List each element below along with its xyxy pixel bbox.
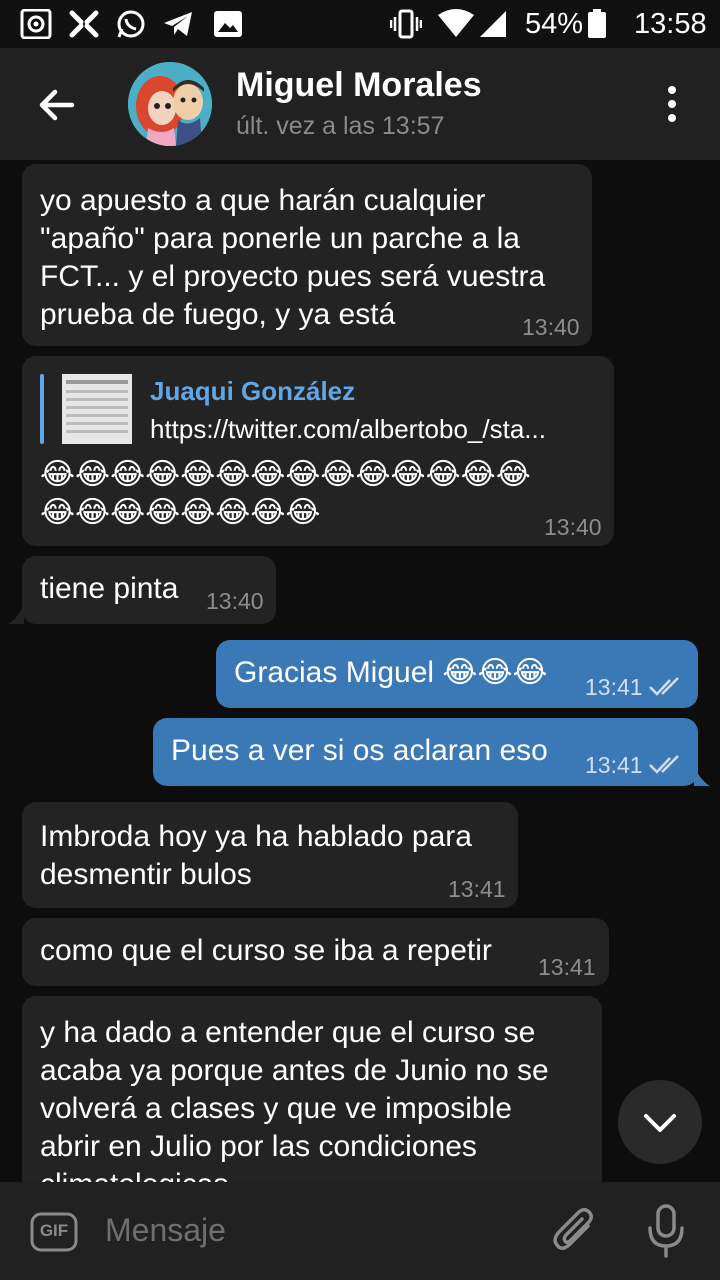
status-bar: 54% 13:58 <box>0 0 720 48</box>
document-thumbnail-icon <box>62 374 132 444</box>
whatsapp-icon <box>117 10 145 38</box>
message-time: 13:40 <box>206 588 264 614</box>
avatar[interactable] <box>128 62 212 146</box>
telegram-icon <box>164 12 192 36</box>
chevron-down-icon <box>644 1114 676 1132</box>
battery-icon <box>588 9 606 38</box>
screen-recorder-icon <box>20 9 52 39</box>
incoming-reply-message[interactable]: Juaqui González https://twitter.com/albe… <box>22 356 614 546</box>
message-text: Pues a ver si os aclaran eso <box>171 734 548 767</box>
scroll-down-button[interactable] <box>618 1080 702 1164</box>
message-text-line: yo apuesto a que harán cualquier <box>40 184 486 217</box>
reply-author-name: Juaqui González <box>150 376 356 406</box>
last-seen-status: últ. vez a las 13:57 <box>236 112 445 140</box>
message-text-line: abrir en Julio por las condiciones <box>40 1130 477 1163</box>
message-time: 13:41 <box>538 954 596 980</box>
message-time: 13:41 <box>585 752 643 778</box>
message-time: 13:40 <box>522 314 580 340</box>
avatar-cartoon-icon <box>128 62 212 146</box>
link-preview-thumbnail[interactable] <box>62 374 132 444</box>
message-text: tiene pinta <box>40 572 179 605</box>
gallery-icon <box>214 11 242 37</box>
incoming-message[interactable]: yo apuesto a que harán cualquier "apaño"… <box>22 164 592 346</box>
bubble-tail <box>8 604 24 624</box>
contact-name[interactable]: Miguel Morales <box>236 66 482 105</box>
message-text-line: Imbroda hoy ya ha hablado para <box>40 820 472 853</box>
chat-header: Miguel Morales últ. vez a las 13:57 <box>0 48 720 160</box>
double-check-icon <box>649 755 679 774</box>
reply-link-text[interactable]: https://twitter.com/albertobo_/sta... <box>150 414 546 445</box>
reply-quote-bar <box>40 374 44 444</box>
message-time: 13:40 <box>544 514 602 540</box>
more-options-icon[interactable] <box>654 84 690 124</box>
message-text-line: climatologicas... <box>40 1166 253 1182</box>
battery-percent: 54% <box>525 8 584 40</box>
back-arrow-icon[interactable] <box>30 80 80 130</box>
message-text-line: volverá a clases y que ve imposible <box>40 1092 512 1125</box>
emoji-line: 😂😂😂😂😂😂😂😂 <box>40 496 321 529</box>
message-text-line: y ha dado a entender que el curso se <box>40 1016 536 1049</box>
message-text-line: FCT... y el proyecto pues será vuestra <box>40 260 546 293</box>
wifi-icon <box>438 9 474 37</box>
double-check-icon <box>649 677 679 696</box>
message-list[interactable]: yo apuesto a que harán cualquier "apaño"… <box>0 160 720 1182</box>
clock: 13:58 <box>634 8 707 40</box>
outgoing-message[interactable]: Gracias Miguel 😂😂😂 13:41 <box>216 640 698 708</box>
incoming-message[interactable]: como que el curso se iba a repetir 13:41 <box>22 918 609 986</box>
message-time: 13:41 <box>448 876 506 902</box>
message-text-line: prueba de fuego, y ya está <box>40 298 396 331</box>
message-text: como que el curso se iba a repetir <box>40 934 492 967</box>
message-time: 13:41 <box>585 674 643 700</box>
message-text-line: acaba ya porque antes de Junio no se <box>40 1054 549 1087</box>
message-text-line: "apaño" para ponerle un parche a la <box>40 222 520 255</box>
emoji-line: 😂😂😂😂😂😂😂😂😂😂😂😂😂😂 <box>40 458 531 491</box>
paperclip-icon[interactable] <box>552 1206 600 1256</box>
gif-label: GIF <box>39 1221 69 1240</box>
incoming-message[interactable]: Imbroda hoy ya ha hablado para desmentir… <box>22 802 518 908</box>
gif-button[interactable]: GIF <box>30 1212 78 1252</box>
bubble-tail <box>694 766 710 786</box>
incoming-message[interactable]: y ha dado a entender que el curso se aca… <box>22 996 602 1182</box>
signal-icon <box>480 11 506 37</box>
microphone-icon[interactable] <box>646 1204 686 1258</box>
vibrate-icon <box>390 9 422 39</box>
message-composer: GIF Mensaje <box>0 1182 720 1280</box>
app-notification-icon <box>69 10 99 38</box>
incoming-message[interactable]: tiene pinta 13:40 <box>22 556 276 624</box>
message-input[interactable]: Mensaje <box>105 1212 226 1249</box>
message-text-line: desmentir bulos <box>40 858 252 891</box>
outgoing-message[interactable]: Pues a ver si os aclaran eso 13:41 <box>153 718 698 786</box>
message-text: Gracias Miguel 😂😂😂 <box>234 656 548 689</box>
